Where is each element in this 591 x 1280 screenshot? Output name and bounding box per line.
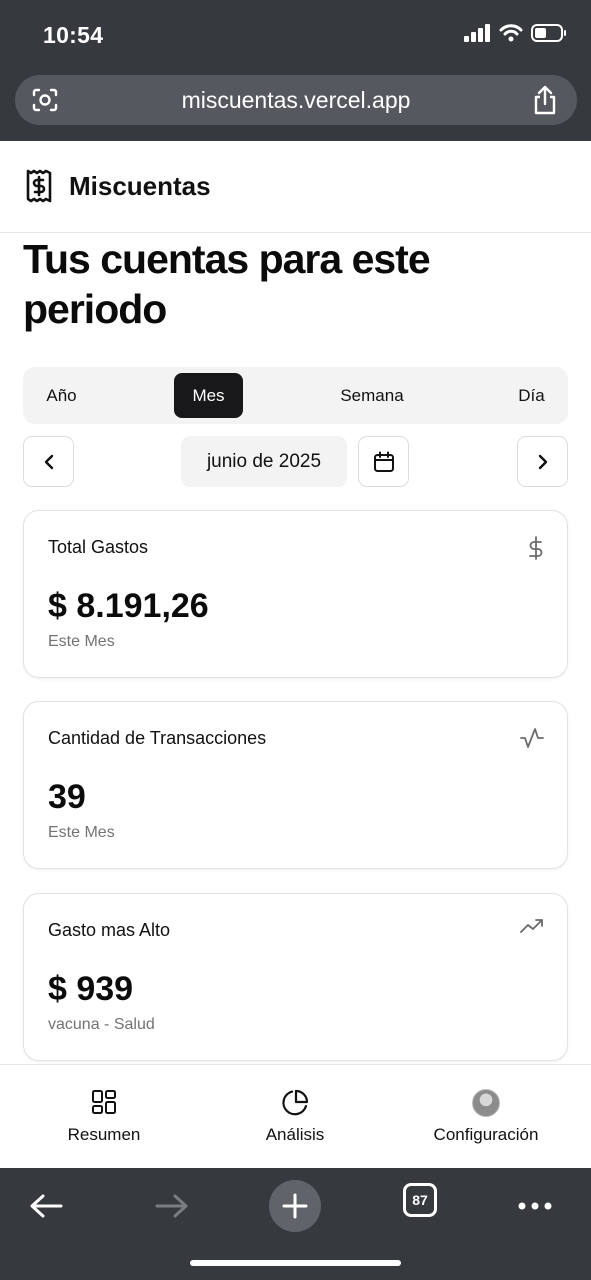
highest-expense-card: Gasto mas Alto $ 939 vacuna - Salud [23,893,568,1061]
nav-summary[interactable]: Resumen [44,1065,164,1169]
plus-icon [282,1193,308,1219]
card-title: Cantidad de Transacciones [48,728,267,748]
chevron-right-icon [538,454,547,469]
calendar-icon [373,451,394,472]
avatar [472,1089,500,1117]
card-title: Gasto mas Alto [48,920,171,940]
trending-up-icon [520,919,543,933]
card-value: $ 939 [48,970,134,1008]
tab-month[interactable]: Mes [174,373,243,418]
tabs-button[interactable]: 87 [403,1183,437,1217]
app-title[interactable]: Miscuentas [69,171,211,202]
next-period-button[interactable] [517,436,568,487]
url-text[interactable]: miscuentas.vercel.app [15,87,577,114]
tab-count: 87 [403,1183,437,1217]
url-bar[interactable]: miscuentas.vercel.app [15,75,577,125]
browser-top-chrome: 10:54 miscuentas.vercel.app [0,0,591,141]
total-expenses-card: Total Gastos $ 8.191,26 Este Mes [23,510,568,678]
forward-button[interactable] [152,1180,192,1232]
new-tab-button[interactable] [269,1180,321,1232]
calendar-button[interactable] [358,436,409,487]
share-icon[interactable] [532,85,558,115]
nav-label: Resumen [67,1125,141,1144]
more-button[interactable] [516,1180,554,1232]
current-period-label[interactable]: junio de 2025 [181,436,347,487]
signal-icon [464,24,490,42]
dollar-icon [529,536,543,560]
home-indicator[interactable] [190,1260,401,1266]
card-value: $ 8.191,26 [48,587,209,625]
card-subtitle: Este Mes [48,633,115,650]
period-tabs: Año Mes Semana Día [23,367,568,424]
tab-week[interactable]: Semana [323,373,421,418]
card-subtitle: vacuna - Salud [48,1016,155,1033]
nav-label: Configuración [433,1125,539,1144]
bottom-navigation: Resumen Análisis Configuración [0,1064,591,1168]
pie-chart-icon [282,1089,309,1116]
activity-icon [520,728,544,748]
transaction-count-card: Cantidad de Transacciones 39 Este Mes [23,701,568,869]
card-subtitle: Este Mes [48,824,115,841]
back-button[interactable] [26,1180,66,1232]
tab-day[interactable]: Día [507,373,556,418]
nav-settings[interactable]: Configuración [416,1065,556,1169]
battery-icon [531,24,566,42]
previous-period-button[interactable] [23,436,74,487]
arrow-left-icon [30,1194,63,1218]
app-header: Miscuentas [0,141,591,233]
card-value: 39 [48,778,86,816]
wifi-icon [499,24,523,42]
receipt-dollar-icon[interactable] [25,169,53,203]
nav-label: Análisis [265,1125,325,1144]
status-time: 10:54 [43,22,104,48]
grid-icon [92,1090,116,1114]
more-dots-icon [518,1202,552,1210]
tab-year[interactable]: Año [29,373,94,418]
nav-analysis[interactable]: Análisis [235,1065,355,1169]
card-title: Total Gastos [48,537,149,557]
browser-toolbar: 87 [0,1168,591,1280]
status-icons [464,24,567,42]
page-title: Tus cuentas para este periodo [23,236,431,332]
chevron-left-icon [44,454,53,469]
arrow-right-icon [155,1194,188,1218]
